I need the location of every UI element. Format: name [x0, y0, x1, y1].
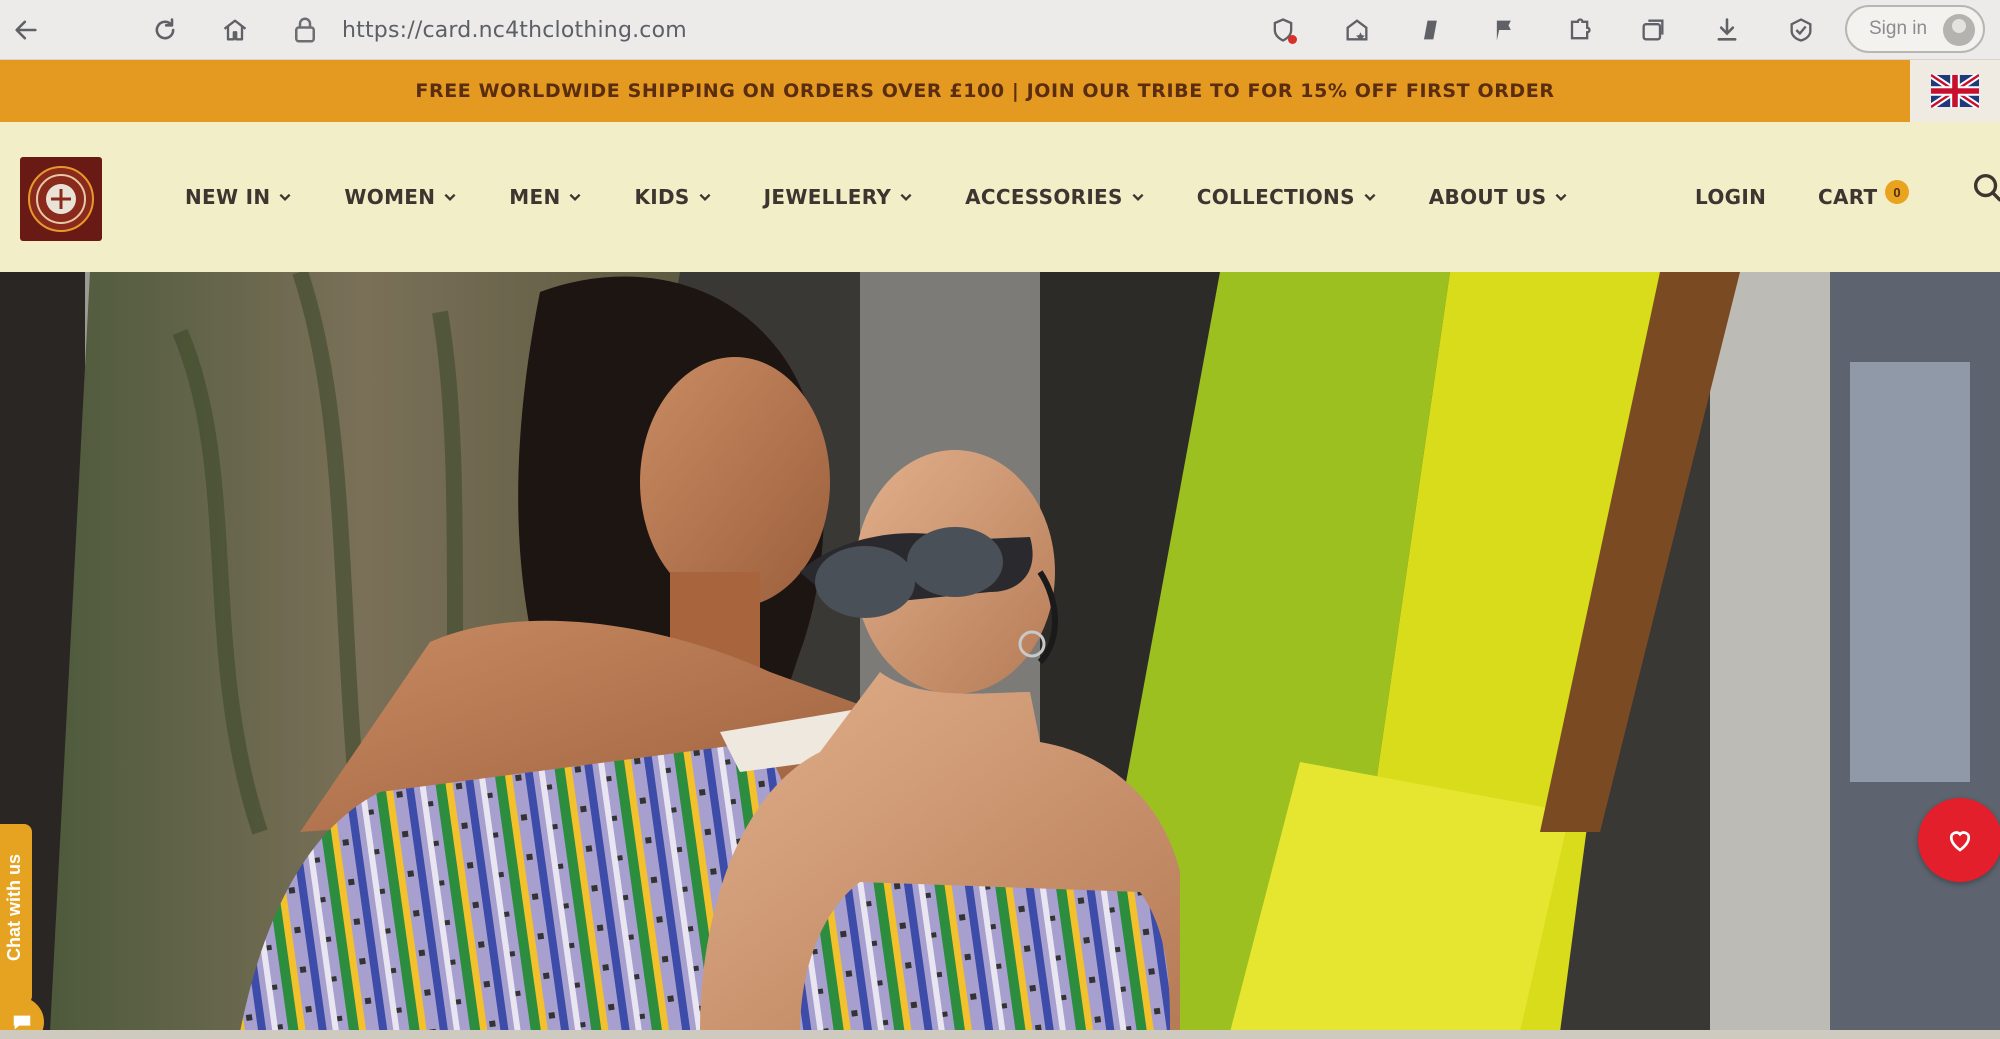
chevron-down-icon	[1132, 193, 1144, 201]
hero-banner[interactable]: Chat with us	[0, 272, 2000, 1032]
cart-link[interactable]: CART	[1818, 179, 1878, 215]
logo-emblem-icon	[28, 166, 94, 232]
downloads-icon[interactable]	[1709, 12, 1745, 48]
chevron-down-icon	[279, 193, 291, 201]
nav-men-label: MEN	[509, 185, 561, 209]
sign-in-button[interactable]: Sign in	[1845, 5, 1985, 53]
search-icon	[1973, 173, 2000, 202]
chevron-down-icon	[699, 193, 711, 201]
nav-about-us-label: ABOUT US	[1428, 185, 1547, 209]
browser-essentials-icon[interactable]	[1783, 12, 1819, 48]
nav-about-us[interactable]: ABOUT US	[1429, 185, 1569, 209]
cart-count-badge: 0	[1885, 180, 1909, 204]
main-navigation: NEW IN WOMEN MEN KIDS JEWELLERY ACCESSOR…	[185, 179, 1568, 215]
page-bottom-edge	[0, 1030, 2000, 1039]
lock-icon[interactable]	[290, 15, 320, 45]
collections-icon[interactable]	[1635, 12, 1671, 48]
chat-icon	[13, 1015, 31, 1030]
nav-kids-label: KIDS	[634, 185, 690, 209]
announcement-bar: FREE WORLDWIDE SHIPPING ON ORDERS OVER £…	[0, 60, 1910, 122]
chevron-down-icon	[444, 193, 456, 201]
login-label: LOGIN	[1695, 185, 1767, 209]
chevron-down-icon	[569, 193, 581, 201]
nav-jewellery-label: JEWELLERY	[763, 185, 892, 209]
nav-collections-label: COLLECTIONS	[1196, 185, 1355, 209]
refresh-icon[interactable]	[147, 12, 183, 48]
store-header: NEW IN WOMEN MEN KIDS JEWELLERY ACCESSOR…	[0, 122, 2000, 272]
browser-extension-icons	[1265, 12, 1857, 48]
back-arrow-icon[interactable]	[8, 12, 44, 48]
nav-jewellery[interactable]: JEWELLERY	[764, 185, 913, 209]
chevron-down-icon	[1555, 193, 1567, 201]
url-text[interactable]: https://card.nc4thclothing.com	[342, 18, 687, 43]
heart-icon	[1949, 831, 1971, 852]
sign-in-label: Sign in	[1869, 18, 1928, 39]
nav-accessories-label: ACCESSORIES	[965, 185, 1123, 209]
announcement-text[interactable]: FREE WORLDWIDE SHIPPING ON ORDERS OVER £…	[415, 80, 1554, 102]
profile-avatar-icon	[1943, 14, 1975, 46]
browser-toolbar: https://card.nc4thclothing.com Sign in	[0, 0, 2000, 60]
favorite-star-icon[interactable]	[1339, 12, 1375, 48]
nav-collections[interactable]: COLLECTIONS	[1197, 185, 1377, 209]
read-aloud-icon[interactable]	[1413, 12, 1449, 48]
nav-new-in-label: NEW IN	[185, 185, 271, 209]
hero-photo	[0, 272, 2000, 1032]
nav-women[interactable]: WOMEN	[344, 185, 457, 209]
tracking-prevention-icon[interactable]	[1265, 12, 1301, 48]
chat-with-us-tab[interactable]: Chat with us	[0, 824, 32, 1004]
chevron-down-icon	[900, 193, 912, 201]
flag-bookmark-icon[interactable]	[1487, 12, 1523, 48]
nav-accessories[interactable]: ACCESSORIES	[965, 185, 1145, 209]
country-selector[interactable]	[1910, 60, 2000, 122]
nav-men[interactable]: MEN	[509, 185, 582, 209]
login-link[interactable]: LOGIN	[1695, 179, 1766, 215]
nav-new-in[interactable]: NEW IN	[185, 185, 292, 209]
home-icon[interactable]	[217, 12, 253, 48]
cart-label: CART	[1818, 185, 1878, 209]
extension-puzzle-icon[interactable]	[1561, 12, 1597, 48]
uk-flag-icon	[1931, 74, 1979, 108]
chat-with-us-label: Chat with us	[4, 854, 24, 961]
search-button[interactable]	[1970, 170, 2000, 206]
chevron-down-icon	[1364, 193, 1376, 201]
nav-women-label: WOMEN	[344, 185, 436, 209]
nav-kids[interactable]: KIDS	[634, 185, 711, 209]
store-logo[interactable]	[20, 157, 102, 241]
address-bar[interactable]: https://card.nc4thclothing.com	[290, 10, 1190, 50]
wishlist-button[interactable]	[1918, 798, 2000, 882]
